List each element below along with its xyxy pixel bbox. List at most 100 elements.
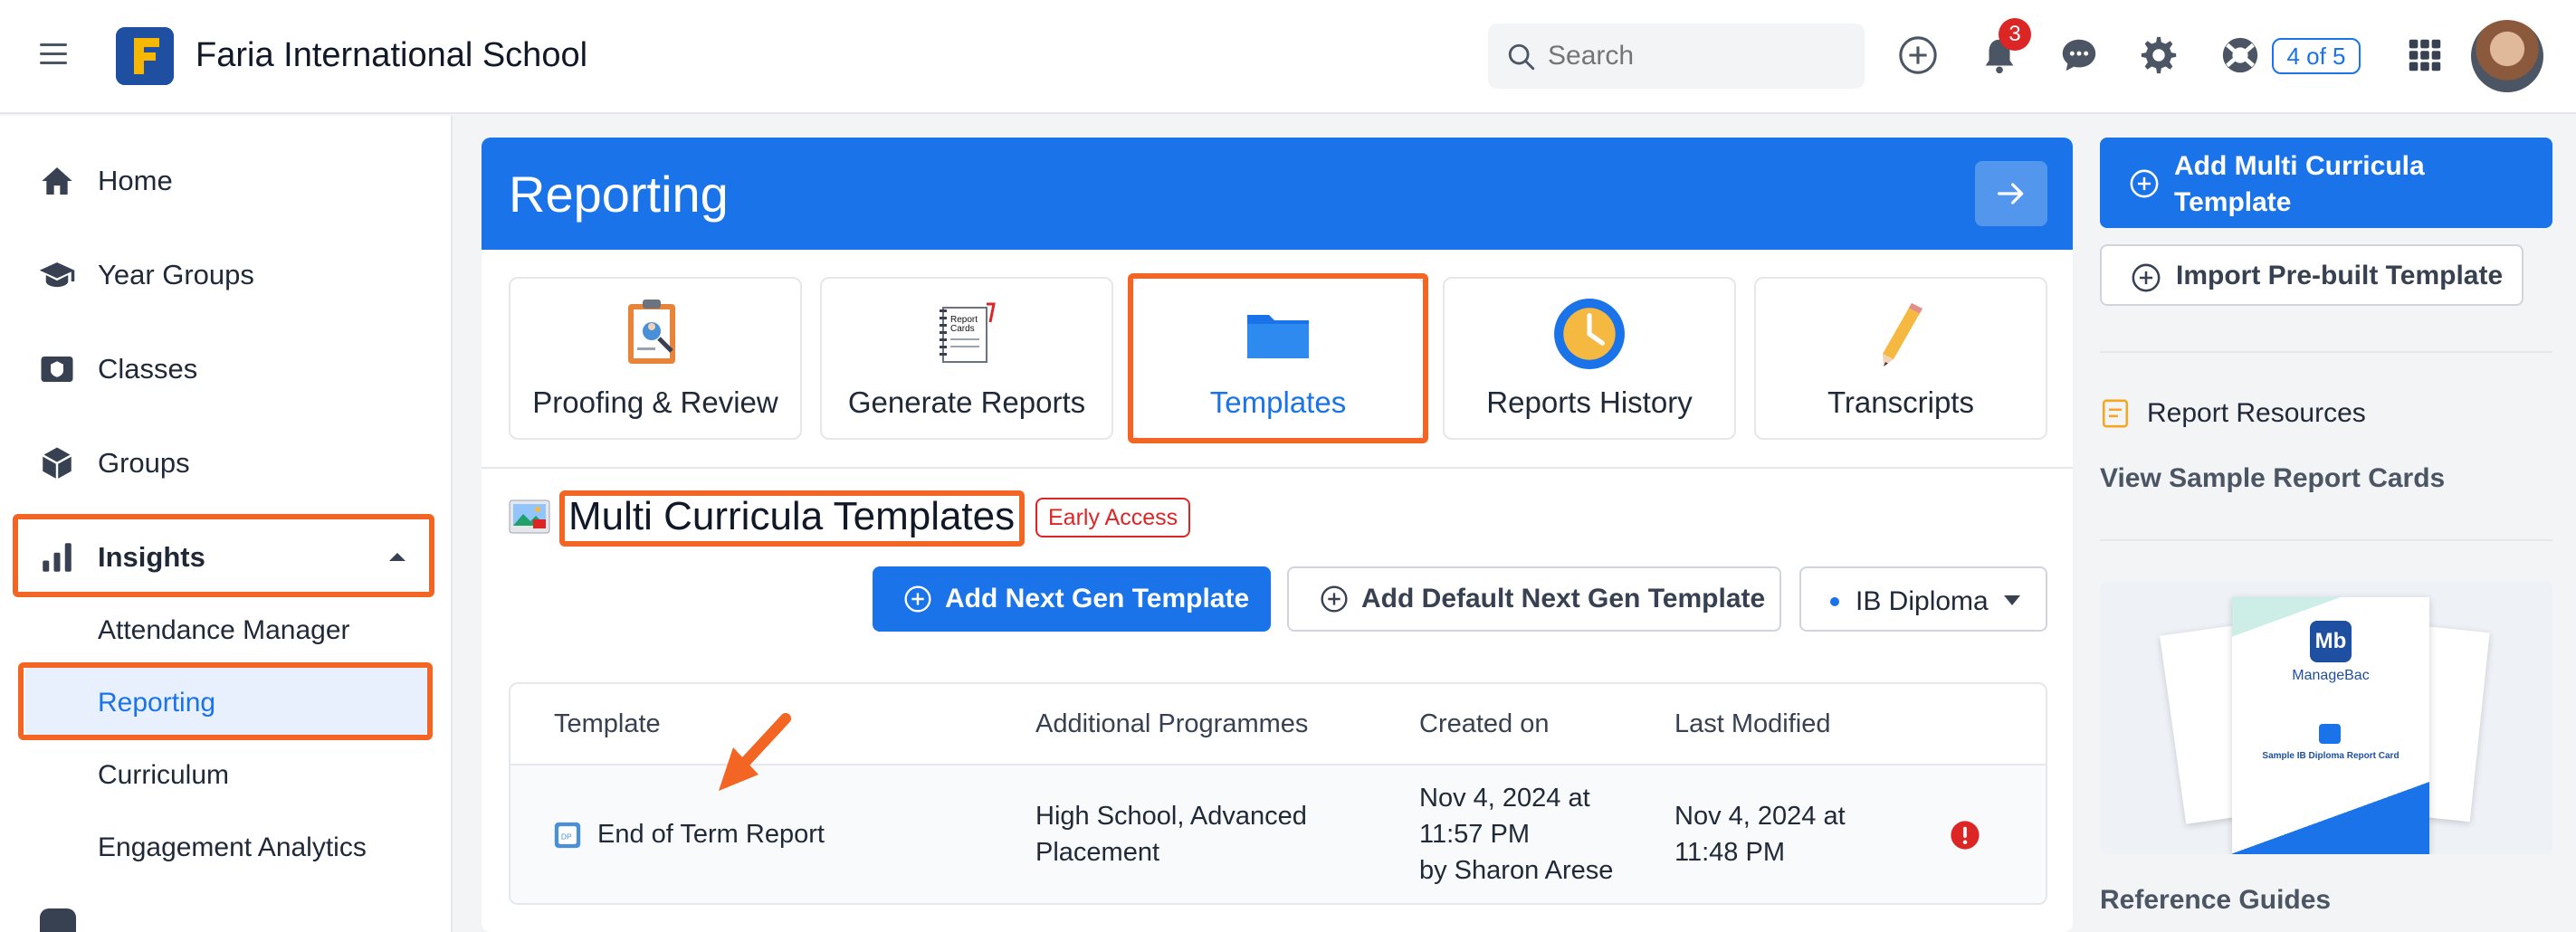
preview-badge-icon bbox=[2319, 724, 2341, 744]
import-prebuilt-template-button[interactable]: Import Pre-built Template bbox=[2100, 244, 2524, 306]
lifebuoy-icon[interactable] bbox=[2219, 34, 2261, 76]
report-cards-icon: Report Cards bbox=[822, 297, 1111, 369]
home-icon bbox=[36, 160, 78, 202]
button-label: Add Next Gen Template bbox=[945, 584, 1250, 613]
sidebar-subitem-attendance[interactable]: Attendance Manager bbox=[98, 615, 350, 646]
tile-proofing-review[interactable]: Proofing & Review bbox=[509, 277, 802, 440]
column-header-programmes[interactable]: Additional Programmes bbox=[1035, 709, 1308, 739]
highlight-templates-tile bbox=[1128, 273, 1428, 443]
column-header-modified[interactable]: Last Modified bbox=[1674, 709, 1831, 739]
button-label-line-1: Add Multi Curricula bbox=[2174, 151, 2425, 181]
tile-label: Transcripts bbox=[1827, 385, 1974, 419]
sidebar-subitem-curriculum[interactable]: Curriculum bbox=[98, 760, 229, 791]
divider bbox=[2100, 539, 2552, 541]
programmes-line-2: Placement bbox=[1035, 838, 1160, 867]
highlight-insights bbox=[13, 514, 434, 597]
plus-circle-icon bbox=[2130, 169, 2159, 198]
arrow-right-icon bbox=[1998, 183, 2024, 204]
tile-reports-history[interactable]: Reports History bbox=[1443, 277, 1736, 440]
add-icon[interactable] bbox=[1897, 34, 1939, 76]
template-file-icon: DP bbox=[554, 822, 581, 849]
highlight-reporting bbox=[18, 662, 433, 740]
tile-label: Reports History bbox=[1486, 385, 1693, 419]
button-label-line-2: Template bbox=[2174, 187, 2292, 217]
sidebar-item-year-groups[interactable]: Year Groups bbox=[36, 248, 254, 302]
sidebar-item-classes[interactable]: Classes bbox=[36, 342, 197, 396]
preview-brand: ManageBac bbox=[2292, 668, 2370, 683]
sidebar-item-home[interactable]: Home bbox=[36, 154, 173, 208]
button-label: Import Pre-built Template bbox=[2176, 261, 2504, 290]
managebac-logo-icon: Mb bbox=[2310, 621, 2352, 662]
early-access-badge: Early Access bbox=[1035, 498, 1191, 537]
page-title: Reporting bbox=[509, 166, 729, 223]
hamburger-menu-icon[interactable] bbox=[40, 43, 67, 65]
modified-line-1: Nov 4, 2024 at bbox=[1674, 802, 1846, 831]
sidebar-item-groups[interactable]: Groups bbox=[36, 436, 190, 490]
report-resources-title: Report Resources bbox=[2147, 398, 2366, 428]
tile-generate-reports[interactable]: Report Cards Generate Reports bbox=[820, 277, 1113, 440]
add-next-gen-template-button[interactable]: Add Next Gen Template bbox=[873, 566, 1271, 632]
sidebar-item-label: Classes bbox=[98, 353, 198, 385]
tile-label: Proofing & Review bbox=[532, 385, 778, 419]
apps-grid-icon[interactable] bbox=[2404, 34, 2446, 76]
sidebar: Home Year Groups Classes Groups Insights… bbox=[0, 116, 453, 932]
programme-select[interactable]: IB Diploma bbox=[1799, 566, 2047, 632]
plus-circle-icon bbox=[1321, 585, 1348, 613]
search-icon bbox=[1508, 43, 1535, 71]
chat-icon[interactable] bbox=[2058, 34, 2100, 76]
divider bbox=[2100, 351, 2552, 353]
template-gallery-icon bbox=[509, 499, 550, 534]
classes-icon bbox=[36, 348, 78, 390]
reference-guides-heading: Reference Guides bbox=[2100, 885, 2332, 915]
sample-report-card-preview[interactable]: Mb ManageBac Sample IB Diploma Report Ca… bbox=[2100, 581, 2552, 854]
view-sample-report-cards-link[interactable]: View Sample Report Cards bbox=[2100, 463, 2445, 494]
column-header-template[interactable]: Template bbox=[554, 709, 661, 739]
button-label: Add Default Next Gen Template bbox=[1361, 584, 1766, 613]
report-page-front: Mb ManageBac Sample IB Diploma Report Ca… bbox=[2232, 597, 2429, 854]
sidebar-item-label: Home bbox=[98, 165, 173, 196]
plus-circle-icon bbox=[2132, 263, 2161, 292]
created-line-1: Nov 4, 2024 at bbox=[1419, 784, 1590, 813]
user-avatar[interactable] bbox=[2471, 20, 2543, 92]
svg-text:DP: DP bbox=[561, 832, 572, 841]
reporting-header: Reporting bbox=[482, 138, 2073, 250]
cube-icon bbox=[36, 442, 78, 484]
highlight-section-title bbox=[559, 490, 1025, 547]
annotation-arrow-icon bbox=[719, 713, 791, 791]
caret-down-icon bbox=[2004, 595, 2020, 605]
add-multi-curricula-template-button[interactable]: Add Multi Curricula Template bbox=[2100, 138, 2552, 228]
add-default-next-gen-template-button[interactable]: Add Default Next Gen Template bbox=[1287, 566, 1781, 632]
tile-transcripts[interactable]: Transcripts bbox=[1754, 277, 2047, 440]
expand-button[interactable] bbox=[1975, 161, 2047, 226]
school-name[interactable]: Faria International School bbox=[196, 36, 587, 75]
sidebar-item-label: Year Groups bbox=[98, 259, 254, 290]
created-line-2: 11:57 PM bbox=[1419, 820, 1530, 849]
sidebar-item-label: Groups bbox=[98, 447, 190, 479]
proofing-icon bbox=[510, 297, 800, 369]
column-header-created[interactable]: Created on bbox=[1419, 709, 1550, 739]
modified-line-2: 11:48 PM bbox=[1674, 838, 1785, 867]
alert-icon[interactable] bbox=[1950, 820, 1980, 851]
preview-caption: Sample IB Diploma Report Card bbox=[2262, 751, 2399, 761]
school-logo[interactable] bbox=[116, 27, 174, 85]
document-list-icon bbox=[2102, 399, 2129, 428]
graduation-cap-icon bbox=[36, 254, 78, 296]
plus-circle-icon bbox=[904, 585, 931, 613]
created-line-3: by Sharon Arese bbox=[1419, 856, 1614, 885]
tile-label: Generate Reports bbox=[847, 385, 1086, 419]
onboarding-progress-pill[interactable]: 4 of 5 bbox=[2272, 38, 2361, 74]
programme-select-value: IB Diploma bbox=[1856, 586, 1989, 616]
svg-text:Cards: Cards bbox=[950, 324, 975, 334]
programme-dot-icon bbox=[1830, 597, 1839, 606]
top-bar: Faria International School 3 4 of 5 bbox=[0, 0, 2576, 114]
notification-badge: 3 bbox=[1999, 18, 2031, 51]
pencil-icon bbox=[1756, 297, 2046, 369]
book-icon bbox=[40, 908, 76, 932]
template-name-link[interactable]: End of Term Report bbox=[597, 816, 825, 852]
gear-icon[interactable] bbox=[2138, 34, 2180, 76]
search-box[interactable] bbox=[1488, 24, 1865, 89]
programmes-line-1: High School, Advanced bbox=[1035, 802, 1307, 831]
divider bbox=[482, 467, 2073, 469]
sidebar-subitem-engagement[interactable]: Engagement Analytics bbox=[98, 832, 367, 863]
search-input[interactable] bbox=[1548, 24, 1846, 89]
